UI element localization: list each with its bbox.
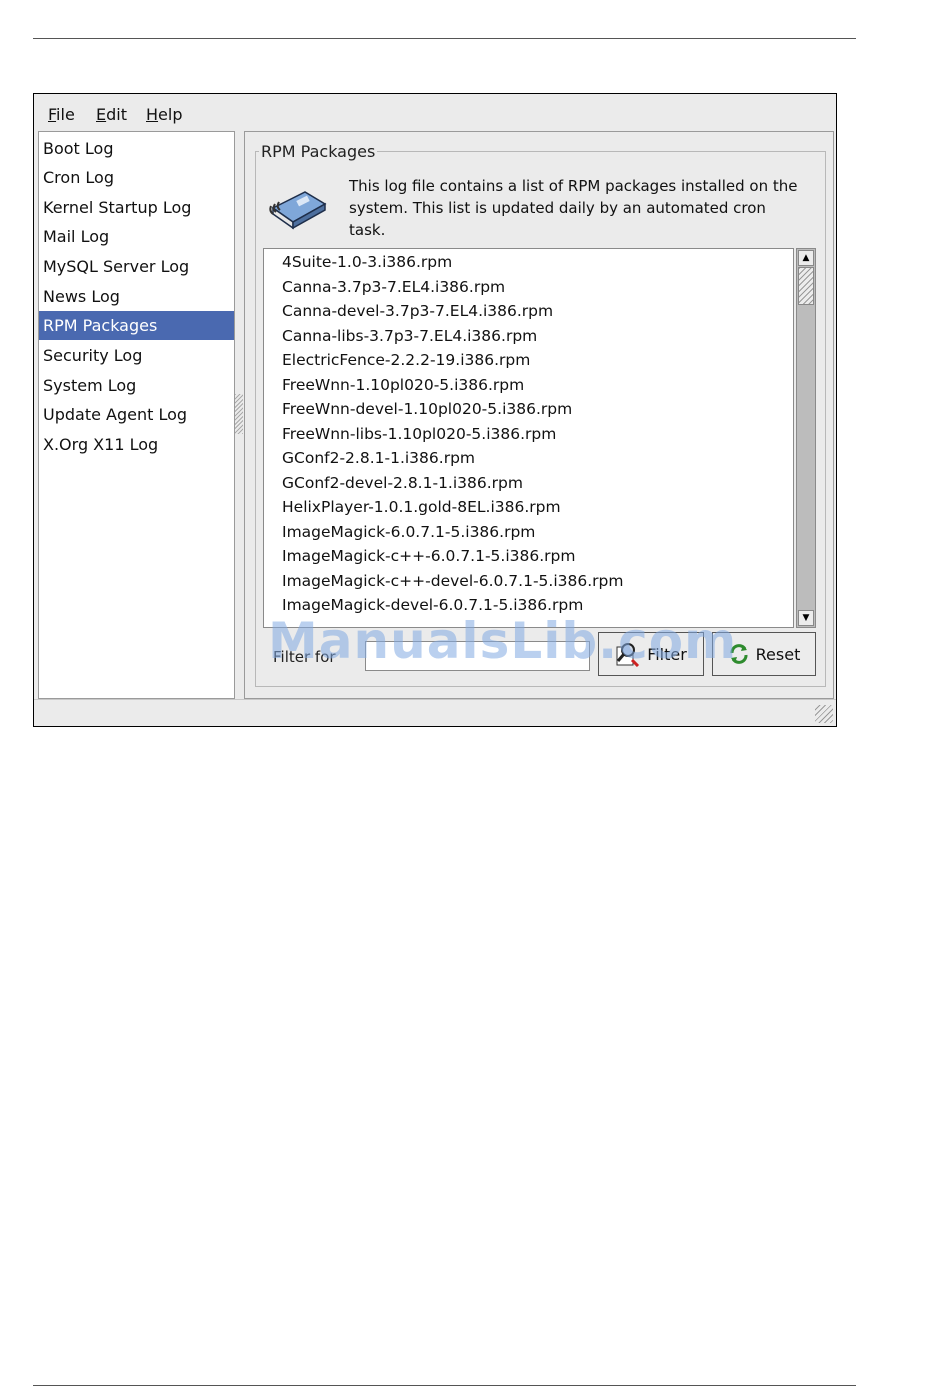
menu-bar: File Edit Help (34, 94, 836, 128)
sidebar-item-security-log[interactable]: Security Log (39, 341, 234, 370)
list-item[interactable]: ImageMagick-c++-devel-6.0.7.1-5.i386.rpm (282, 569, 623, 593)
sidebar-item-mail-log[interactable]: Mail Log (39, 222, 234, 251)
list-item[interactable]: Canna-libs-3.7p3-7.EL4.i386.rpm (282, 324, 537, 348)
menu-file[interactable]: File (48, 105, 75, 124)
book-icon (269, 191, 327, 230)
sidebar-item-news-log[interactable]: News Log (39, 282, 234, 311)
menu-edit-mnemonic: E (96, 105, 107, 124)
menu-file-mnemonic: F (48, 105, 57, 124)
menu-edit[interactable]: Edit (96, 105, 127, 124)
menu-edit-label: dit (106, 105, 127, 124)
sidebar-item-rpm-packages[interactable]: RPM Packages (39, 311, 234, 340)
scroll-thumb[interactable] (798, 267, 814, 305)
frame-title: RPM Packages (259, 142, 378, 161)
sidebar-item-system-log[interactable]: System Log (39, 371, 234, 400)
list-item[interactable]: HelixPlayer-1.0.1.gold-8EL.i386.rpm (282, 495, 561, 519)
list-item[interactable]: 4Suite-1.0-3.i386.rpm (282, 250, 452, 274)
sidebar-item-xorg-x11-log[interactable]: X.Org X11 Log (39, 430, 234, 459)
sidebar-item-kernel-startup-log[interactable]: Kernel Startup Log (39, 193, 234, 222)
package-list-scrollbar[interactable]: ▲ ▼ (796, 248, 816, 628)
list-item[interactable]: FreeWnn-1.10pl020-5.i386.rpm (282, 373, 524, 397)
page-bottom-rule (33, 1385, 856, 1386)
menu-help[interactable]: Help (146, 105, 182, 124)
menu-help-mnemonic: H (146, 105, 159, 124)
pane-resize-handle[interactable] (235, 394, 243, 434)
reset-button-label: Reset (755, 644, 801, 664)
page-top-rule (33, 38, 856, 39)
list-item[interactable]: FreeWnn-devel-1.10pl020-5.i386.rpm (282, 397, 572, 421)
list-item[interactable]: GConf2-2.8.1-1.i386.rpm (282, 446, 475, 470)
scroll-down-arrow-icon[interactable]: ▼ (798, 610, 814, 626)
log-description: This log file contains a list of RPM pac… (349, 177, 798, 239)
package-list[interactable]: 4Suite-1.0-3.i386.rpm Canna-3.7p3-7.EL4.… (263, 248, 794, 628)
list-item[interactable]: FreeWnn-libs-1.10pl020-5.i386.rpm (282, 422, 556, 446)
watermark: ManualsLib.com (268, 612, 738, 670)
status-bar (34, 699, 836, 726)
menu-help-label: elp (158, 105, 183, 124)
list-item[interactable]: Canna-devel-3.7p3-7.EL4.i386.rpm (282, 299, 553, 323)
sidebar-item-cron-log[interactable]: Cron Log (39, 163, 234, 192)
scroll-up-arrow-icon[interactable]: ▲ (798, 250, 814, 266)
list-item[interactable]: Canna-3.7p3-7.EL4.i386.rpm (282, 275, 505, 299)
list-item[interactable]: GConf2-devel-2.8.1-1.i386.rpm (282, 471, 523, 495)
list-item[interactable]: ElectricFence-2.2.2-19.i386.rpm (282, 348, 530, 372)
sidebar-item-mysql-server-log[interactable]: MySQL Server Log (39, 252, 234, 281)
menu-file-label: ile (56, 105, 75, 124)
list-item[interactable]: ImageMagick-6.0.7.1-5.i386.rpm (282, 520, 535, 544)
list-item[interactable]: ImageMagick-c++-6.0.7.1-5.i386.rpm (282, 544, 575, 568)
sidebar-item-update-agent-log[interactable]: Update Agent Log (39, 400, 234, 429)
log-list-sidebar: Boot Log Cron Log Kernel Startup Log Mai… (38, 131, 235, 699)
resize-grip-icon[interactable] (815, 705, 833, 723)
sidebar-item-boot-log[interactable]: Boot Log (39, 134, 234, 163)
